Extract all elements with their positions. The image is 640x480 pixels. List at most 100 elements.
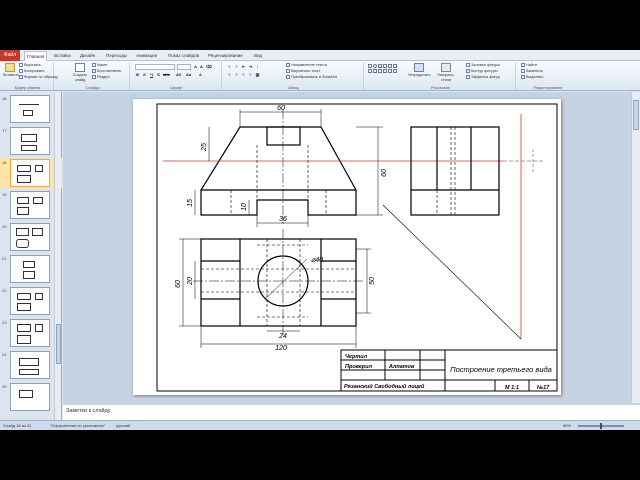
- slide-thumbnail[interactable]: 19: [0, 190, 62, 220]
- cut-button[interactable]: Вырезать: [19, 63, 41, 68]
- oval-shape-icon[interactable]: [373, 64, 377, 68]
- new-slide-button[interactable]: Создать слайд: [71, 63, 89, 82]
- quick-styles-button[interactable]: Экспресс-стили: [434, 63, 458, 82]
- shadow-icon[interactable]: S: [156, 72, 161, 77]
- tab-view[interactable]: Вид: [252, 51, 264, 61]
- replace-icon: [521, 69, 525, 73]
- slide-thumbnail[interactable]: 21: [0, 254, 62, 284]
- tab-home[interactable]: Главная: [24, 51, 48, 61]
- columns-icon[interactable]: ▥: [255, 72, 260, 77]
- replace-button[interactable]: Заменить: [521, 69, 543, 74]
- language-indicator[interactable]: русский: [116, 423, 130, 428]
- grow-font-icon[interactable]: A: [193, 64, 198, 69]
- text-direction-button[interactable]: Направление текста: [286, 63, 327, 68]
- change-case-icon[interactable]: Aa: [186, 72, 191, 77]
- decrease-indent-icon[interactable]: ⇤: [241, 64, 246, 69]
- slide-thumbnail[interactable]: 20: [0, 222, 62, 252]
- rounded-rect-shape-icon[interactable]: [373, 69, 377, 73]
- layout-button[interactable]: Макет: [92, 63, 108, 68]
- title-block-checker-name: Алпатов: [388, 364, 415, 370]
- zoom-level[interactable]: 65%: [563, 423, 571, 428]
- numbering-icon[interactable]: ≡: [234, 64, 239, 69]
- rectangle-shape-icon[interactable]: [368, 64, 372, 68]
- slide-scrollbar[interactable]: [631, 92, 640, 403]
- file-tab[interactable]: Файл: [0, 50, 20, 61]
- bracket-shape-icon[interactable]: [378, 69, 382, 73]
- tab-animations[interactable]: Анимация: [134, 51, 159, 61]
- dim-left-height: 15: [187, 199, 194, 207]
- drawing-group: Упорядочить Экспресс-стили Заливка фигур…: [366, 62, 516, 90]
- slide-thumbnail[interactable]: 16: [0, 94, 62, 124]
- slides-group-title: Слайды: [85, 86, 100, 90]
- font-color-icon[interactable]: A: [198, 72, 203, 77]
- callout-shape-icon[interactable]: [393, 69, 397, 73]
- curve-shape-icon[interactable]: [383, 69, 387, 73]
- thumbnail-scrollbar[interactable]: [54, 92, 61, 420]
- align-center-icon[interactable]: ≡: [234, 72, 239, 77]
- shrink-font-icon[interactable]: A: [199, 64, 204, 69]
- reset-button[interactable]: Восстановить: [92, 69, 121, 74]
- smartart-button[interactable]: Преобразовать в SmartArt: [286, 75, 337, 80]
- justify-icon[interactable]: ≡: [248, 72, 253, 77]
- shape-fill-button[interactable]: Заливка фигуры: [466, 63, 500, 68]
- arrange-button[interactable]: Упорядочить: [408, 63, 431, 78]
- dim-total-height: 60: [381, 169, 388, 177]
- shape-outline-button[interactable]: Контур фигуры: [466, 69, 498, 74]
- scrollbar-thumb[interactable]: [633, 100, 639, 130]
- find-button[interactable]: Найти: [521, 63, 537, 68]
- font-name-select[interactable]: [135, 64, 175, 70]
- side-view: [410, 126, 500, 216]
- font-size-select[interactable]: [177, 64, 191, 70]
- shapes-gallery[interactable]: [368, 64, 406, 80]
- paste-button[interactable]: Вставить: [3, 63, 20, 78]
- slide-thumbnail[interactable]: 22: [0, 286, 62, 316]
- shape-effects-button[interactable]: Эффекты фигур: [466, 75, 500, 80]
- slide-thumbnail[interactable]: 25: [0, 382, 62, 412]
- arrow-shape-icon[interactable]: [383, 64, 387, 68]
- cursor-icon: [521, 75, 525, 79]
- smartart-icon: [286, 75, 290, 79]
- tab-transitions[interactable]: Переходы: [104, 51, 129, 61]
- tab-slideshow[interactable]: Показ слайдов: [166, 51, 201, 61]
- bold-icon[interactable]: Ж: [135, 72, 140, 77]
- italic-icon[interactable]: К: [142, 72, 147, 77]
- star-shape-icon[interactable]: [393, 64, 397, 68]
- section-button[interactable]: Раздел: [92, 75, 110, 80]
- reset-icon: [92, 69, 96, 73]
- line-spacing-icon[interactable]: ↕: [255, 64, 260, 69]
- tab-design[interactable]: Дизайн: [78, 51, 97, 61]
- paste-label: Вставить: [3, 73, 20, 77]
- brace-shape-icon[interactable]: [388, 69, 392, 73]
- clear-format-icon[interactable]: ⌫: [206, 64, 212, 69]
- title-block-school: Рязанский Свободный лицей: [344, 383, 425, 390]
- align-text-button[interactable]: Выровнять текст: [286, 69, 321, 74]
- dim-plan-inner: 20: [187, 277, 194, 286]
- dim-circle-diameter: ⌀40: [311, 257, 323, 264]
- increase-indent-icon[interactable]: ⇥: [248, 64, 253, 69]
- slide-thumbnail[interactable]: 24: [0, 350, 62, 380]
- slide-thumbnail[interactable]: 23: [0, 318, 62, 348]
- underline-icon[interactable]: Ч: [149, 72, 154, 77]
- theme-name[interactable]: "Оформление по умолчанию": [50, 423, 105, 428]
- scrollbar-thumb[interactable]: [56, 324, 61, 364]
- triangle-shape-icon[interactable]: [388, 64, 392, 68]
- char-spacing-icon[interactable]: AV: [176, 72, 181, 77]
- bullets-icon[interactable]: ≡: [227, 64, 232, 69]
- notes-pane[interactable]: Заметки к слайду: [63, 403, 640, 420]
- strikethrough-icon[interactable]: abc: [163, 72, 170, 77]
- projection-line: [382, 204, 522, 340]
- slide-thumbnail-selected[interactable]: 18: [0, 158, 62, 188]
- align-right-icon[interactable]: ≡: [241, 72, 246, 77]
- line-shape-icon[interactable]: [378, 64, 382, 68]
- textbox-shape-icon[interactable]: [368, 69, 372, 73]
- align-left-icon[interactable]: ≡: [227, 72, 232, 77]
- format-painter-button[interactable]: Формат по образцу: [19, 75, 58, 80]
- title-block-drawing-title: Построение третьего вида: [450, 365, 552, 374]
- tab-review[interactable]: Рецензирование: [206, 51, 245, 61]
- copy-button[interactable]: Копировать: [19, 69, 44, 74]
- zoom-slider-thumb[interactable]: [600, 423, 602, 429]
- select-button[interactable]: Выделить: [521, 75, 544, 80]
- slide-canvas[interactable]: 60 25 15 60 10 36 60 20 50 ⌀40 24 120 Че…: [133, 99, 561, 395]
- slide-thumbnail[interactable]: 17: [0, 126, 62, 156]
- tab-insert[interactable]: Вставка: [52, 51, 73, 61]
